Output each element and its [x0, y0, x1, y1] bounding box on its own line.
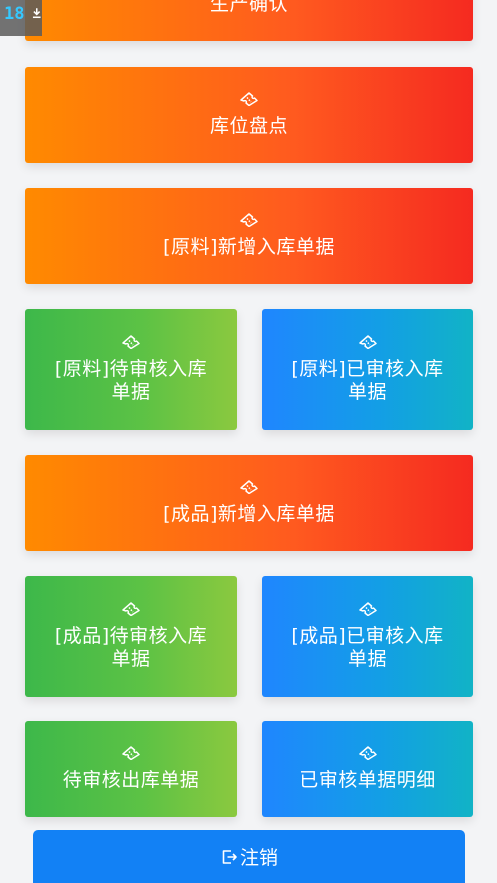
- ticket-icon: [240, 92, 258, 106]
- menu-label: 生产确认: [209, 0, 288, 15]
- download-icon[interactable]: [32, 7, 42, 19]
- ticket-icon: [359, 746, 377, 760]
- ticket-icon: [240, 213, 258, 227]
- status-number: 18: [4, 4, 25, 24]
- status-overlay: 18: [0, 0, 42, 36]
- menu-approved-details[interactable]: 已审核单据明细: [262, 721, 473, 817]
- menu-label: 已审核单据明细: [299, 769, 436, 791]
- logout-label: 注销: [239, 847, 278, 869]
- menu-finished-pending-inbound[interactable]: [成品]待审核入库单据: [25, 576, 237, 697]
- logout-icon: [222, 849, 237, 864]
- logout-button[interactable]: 注销: [33, 830, 465, 883]
- menu-label: [原料]待审核入库单据: [54, 358, 208, 403]
- menu-label: [原料]已审核入库单据: [291, 358, 444, 403]
- ticket-icon: [359, 335, 377, 349]
- menu-label: [原料]新增入库单据: [163, 236, 335, 258]
- menu-label: 待审核出库单据: [62, 769, 200, 791]
- menu-label: 库位盘点: [209, 115, 288, 137]
- menu-finished-new-inbound[interactable]: [成品]新增入库单据: [25, 455, 473, 551]
- menu-raw-new-inbound[interactable]: [原料]新增入库单据: [25, 188, 473, 284]
- ticket-icon: [122, 602, 140, 616]
- ticket-icon: [359, 602, 377, 616]
- menu-label: [成品]新增入库单据: [163, 503, 335, 525]
- menu-production-confirm[interactable]: 生产确认: [25, 0, 473, 41]
- ticket-icon: [122, 746, 140, 760]
- ticket-icon: [122, 335, 140, 349]
- menu-raw-approved-inbound[interactable]: [原料]已审核入库单据: [262, 309, 473, 430]
- menu-label: [成品]已审核入库单据: [291, 625, 444, 670]
- menu-raw-pending-inbound[interactable]: [原料]待审核入库单据: [25, 309, 237, 430]
- menu-label: [成品]待审核入库单据: [54, 625, 208, 670]
- menu-finished-approved-inbound[interactable]: [成品]已审核入库单据: [262, 576, 473, 697]
- menu-stock-take[interactable]: 库位盘点: [25, 67, 473, 163]
- menu-pending-outbound[interactable]: 待审核出库单据: [25, 721, 237, 817]
- ticket-icon: [240, 480, 258, 494]
